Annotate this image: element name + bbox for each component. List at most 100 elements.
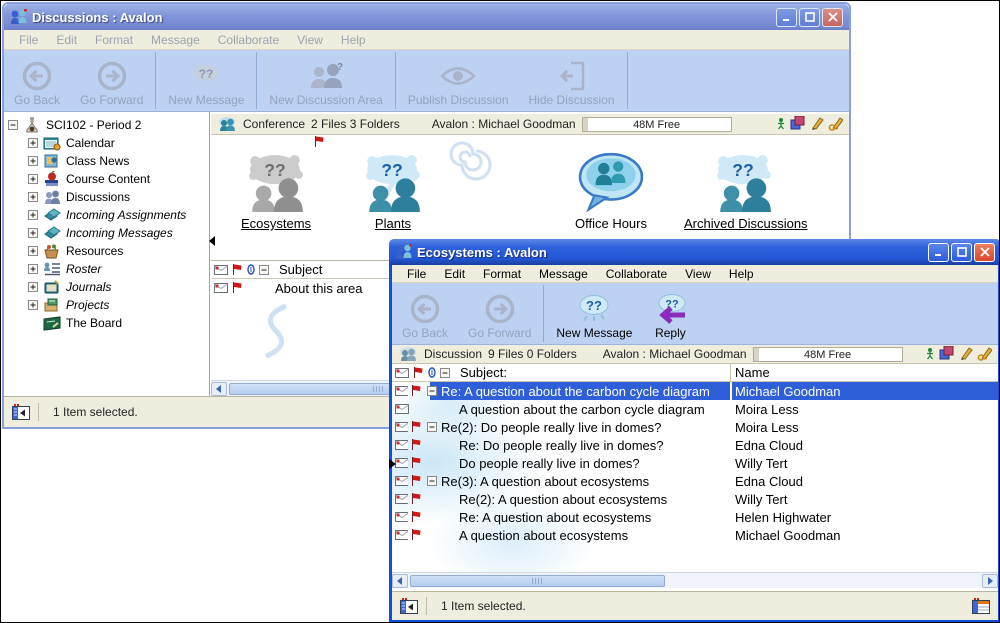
message-row[interactable]: Re: A question about ecosystems Helen Hi… [392,508,998,526]
pane-splitter-arrow[interactable] [389,459,401,469]
tree-item-discussions[interactable]: Discussions [4,188,209,206]
close-icon [980,247,990,257]
menu-view[interactable]: View [288,31,332,49]
menu-collaborate[interactable]: Collaborate [209,31,288,49]
scroll-left-arrow[interactable] [211,382,227,396]
app-icon [395,244,413,260]
tree-item-sci102[interactable]: SCI102 - Period 2 [4,116,209,134]
menu-help[interactable]: Help [720,265,763,283]
message-row[interactable]: Re: Do people really live in domes? Edna… [392,436,998,454]
expand-icon[interactable] [28,246,38,256]
expand-icon[interactable] [28,138,38,148]
free-space-label: 48M Free [804,349,851,361]
tree-item-incoming-messages[interactable]: Incoming Messages [4,224,209,242]
menu-edit[interactable]: Edit [47,31,86,49]
item-office-hours[interactable]: Office Hours [551,140,671,231]
collapse-thread-icon[interactable] [427,476,437,486]
message-list: Re: A question about the carbon cycle di… [392,382,998,572]
new-discussion-area-button[interactable]: ? New Discussion Area [259,50,392,111]
expand-icon[interactable] [28,228,38,238]
subject-column-header[interactable]: Subject: [460,365,507,380]
collapse-all-icon[interactable] [259,265,269,275]
new-message-button[interactable]: ?? New Message [158,50,254,111]
tree-item-course-content[interactable]: Course Content [4,170,209,188]
expand-icon[interactable] [28,264,38,274]
menu-format[interactable]: Format [474,265,530,283]
message-row[interactable]: Re(2): Do people really live in domes? M… [392,418,998,436]
message-row[interactable]: A question about ecosystems Michael Good… [392,526,998,544]
permission-icons[interactable] [777,116,843,132]
item-archived-discussions[interactable]: ?? Archived Discussions [684,140,804,231]
window2-titlebar[interactable]: Ecosystems : Avalon [389,239,1000,265]
minimize-button[interactable] [776,8,797,27]
toggle-pane-icon[interactable] [400,598,418,614]
tree-item-resources[interactable]: Resources [4,242,209,260]
go-forward-button[interactable]: Go Forward [458,283,541,344]
item-label: Ecosystems [216,216,336,231]
go-back-icon [22,61,52,91]
new-message-label: New Message [556,326,632,340]
go-back-button[interactable]: Go Back [4,50,70,111]
go-back-button[interactable]: Go Back [392,283,458,344]
scroll-right-arrow[interactable] [982,574,998,588]
name-column-header[interactable]: Name [730,364,998,381]
tree-item-incoming-assignments[interactable]: Incoming Assignments [4,206,209,224]
menu-edit[interactable]: Edit [435,265,474,283]
svg-text:??: ?? [586,298,602,313]
message-row[interactable]: A question about the carbon cycle diagra… [392,400,998,418]
expand-icon[interactable] [28,156,38,166]
menu-message[interactable]: Message [142,31,209,49]
menu-format[interactable]: Format [86,31,142,49]
go-forward-button[interactable]: Go Forward [70,50,153,111]
item-ecosystems[interactable]: ?? Ecosystems [216,140,336,231]
menu-file[interactable]: File [398,265,435,283]
menu-view[interactable]: View [676,265,720,283]
pane-splitter-arrow[interactable] [204,236,215,246]
window1-titlebar[interactable]: Discussions : Avalon [4,4,849,30]
view-grid-icon[interactable] [972,598,990,614]
message-row[interactable]: Do people really live in domes? Willy Te… [392,454,998,472]
close-button[interactable] [974,243,995,262]
svg-text:??: ?? [381,160,402,180]
tree-item-journals[interactable]: Journals [4,278,209,296]
reply-button[interactable]: ?? Reply [642,283,698,344]
tree-item-projects[interactable]: Projects [4,296,209,314]
message-row[interactable]: Re: A question about the carbon cycle di… [392,382,998,400]
scroll-left-arrow[interactable] [392,574,408,588]
window2-menubar: File Edit Format Message Collaborate Vie… [392,265,998,283]
menu-message[interactable]: Message [530,265,597,283]
maximize-button[interactable] [951,243,972,262]
new-message-button[interactable]: ?? New Message [546,283,642,344]
collapse-all-icon[interactable] [440,368,450,378]
message-row[interactable]: Re(3): A question about ecosystems Edna … [392,472,998,490]
message-hscrollbar[interactable] [392,572,998,588]
container-kind-label: Conference [243,117,305,131]
collapse-thread-icon[interactable] [427,422,437,432]
tree-item-class-news[interactable]: Class News [4,152,209,170]
tree-item-calendar[interactable]: Calendar [4,134,209,152]
message-row[interactable]: Re(2): A question about ecosystems Willy… [392,490,998,508]
collapse-thread-icon[interactable] [427,386,437,396]
permission-icons[interactable] [926,346,992,362]
maximize-button[interactable] [799,8,820,27]
menu-file[interactable]: File [10,31,47,49]
close-button[interactable] [822,8,843,27]
expand-icon[interactable] [28,300,38,310]
expand-icon[interactable] [28,210,38,220]
expand-icon[interactable] [28,174,38,184]
subject-column-header[interactable]: Subject [279,262,322,277]
item-plants[interactable]: ?? Plants [333,140,453,231]
collapse-icon[interactable] [8,120,18,130]
tree-item-the-board[interactable]: The Board [4,314,209,332]
menu-collaborate[interactable]: Collaborate [597,265,676,283]
expand-icon[interactable] [28,282,38,292]
toggle-pane-icon[interactable] [12,404,30,420]
tree-item-roster[interactable]: Roster [4,260,209,278]
hide-discussion-button[interactable]: Hide Discussion [519,50,625,111]
minimize-button[interactable] [928,243,949,262]
publish-discussion-button[interactable]: Publish Discussion [398,50,519,111]
scroll-thumb[interactable] [410,575,665,587]
menu-help[interactable]: Help [332,31,375,49]
message-sender: Moira Less [735,420,799,435]
expand-icon[interactable] [28,192,38,202]
